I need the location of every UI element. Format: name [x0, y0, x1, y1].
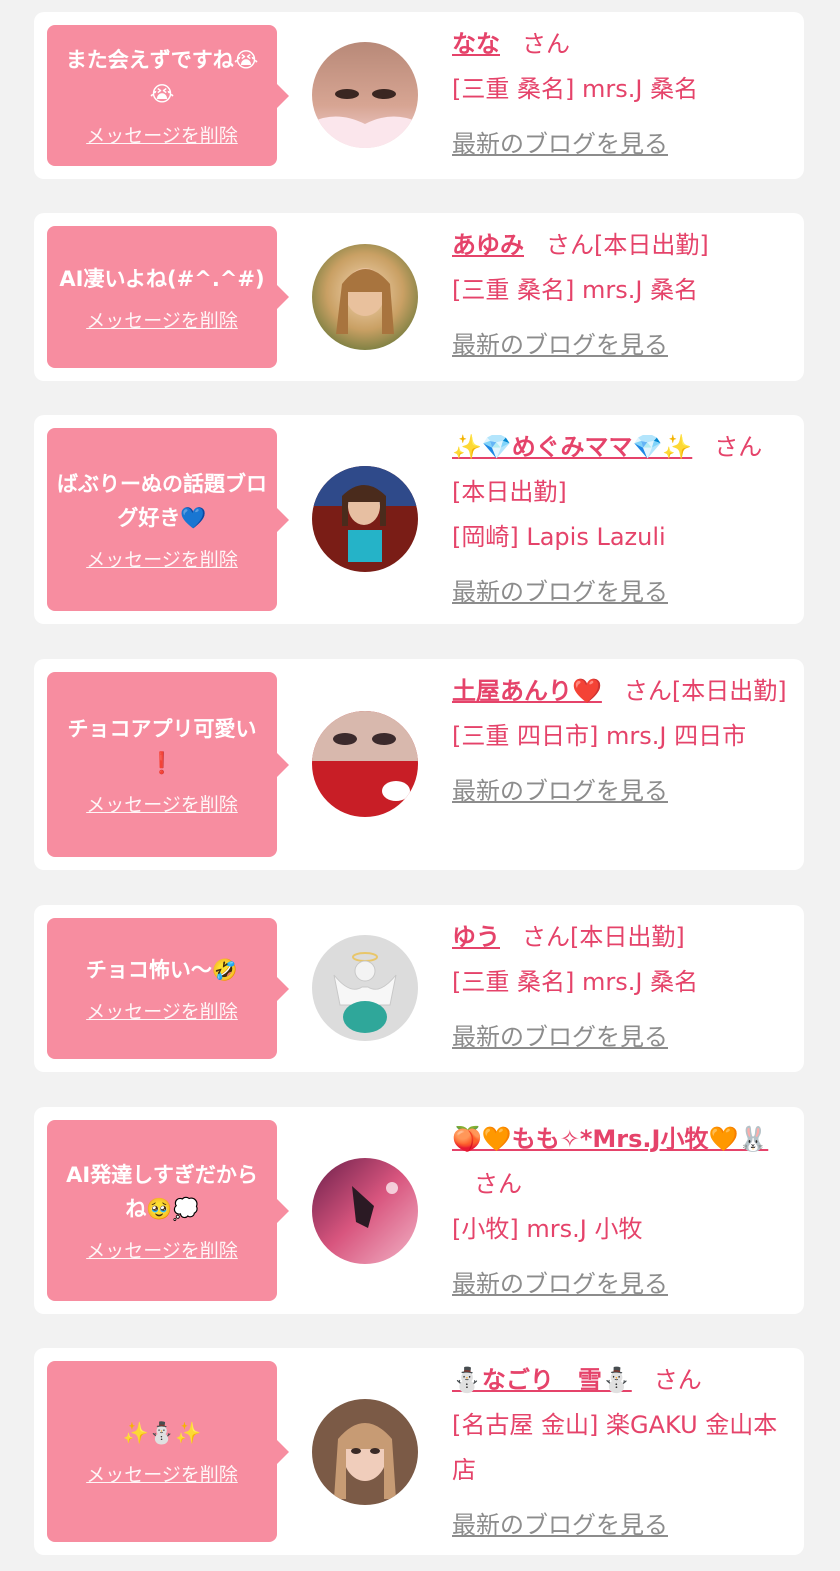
name-line: 土屋あんり❤️ さん[本日出勤]: [452, 669, 794, 714]
delete-message-link[interactable]: メッセージを削除: [86, 545, 238, 572]
profile-name-link[interactable]: 土屋あんり❤️: [452, 677, 602, 705]
latest-blog-link[interactable]: 最新のブログを見る: [452, 323, 668, 368]
message-card: チョコ怖い〜🤣 メッセージを削除 ゆう さん[本日出勤] [三重 桑名] mrs.…: [34, 905, 804, 1072]
message-card: AI凄いよね(#^.^#) メッセージを削除 あゆみ さん[本日出勤] [三重 桑…: [34, 213, 804, 381]
message-bubble: チョコアプリ可愛い❗️ メッセージを削除: [47, 672, 289, 857]
avatar[interactable]: [312, 935, 418, 1041]
avatar-photo: [312, 244, 418, 350]
shop-text: [小牧] mrs.J 小牧: [452, 1215, 643, 1243]
message-text: チョコアプリ可愛い❗️: [67, 717, 257, 775]
message-card: AI発達しすぎだからね🥹💭 メッセージを削除 🍑🧡もも✧*Mrs.J小牧🧡🐰 さん…: [34, 1107, 804, 1314]
delete-message-link[interactable]: メッセージを削除: [86, 1460, 238, 1487]
shop-text: [名古屋 金山] 楽GAKU 金山本店: [452, 1411, 778, 1484]
latest-blog-link[interactable]: 最新のブログを見る: [452, 1262, 668, 1307]
shop-text: [三重 桑名] mrs.J 桑名: [452, 75, 699, 103]
profile-info: ⛄️なごり 雪⛄️ さん [名古屋 金山] 楽GAKU 金山本店 最新のブログを見…: [452, 1358, 794, 1548]
message-text: AI発達しすぎだからね🥹💭: [66, 1163, 258, 1221]
avatar-photo: [312, 711, 418, 817]
name-line: 🍑🧡もも✧*Mrs.J小牧🧡🐰 さん: [452, 1117, 794, 1207]
message-text: ばぶりーぬの話題ブログ好き💙: [57, 472, 267, 530]
profile-name-link[interactable]: 🍑🧡もも✧*Mrs.J小牧🧡🐰: [452, 1125, 768, 1153]
latest-blog-link[interactable]: 最新のブログを見る: [452, 1015, 668, 1060]
name-line: ⛄️なごり 雪⛄️ さん: [452, 1358, 794, 1403]
profile-info: 土屋あんり❤️ さん[本日出勤] [三重 四日市] mrs.J 四日市 最新のブロ…: [452, 669, 794, 814]
profile-name-link[interactable]: なな: [452, 30, 500, 58]
avatar[interactable]: [312, 1399, 418, 1505]
delete-message-link[interactable]: メッセージを削除: [86, 121, 238, 148]
message-text: また会えずですね😭😭: [65, 48, 259, 106]
profile-name-link[interactable]: あゆみ: [452, 231, 524, 259]
message-bubble: ばぶりーぬの話題ブログ好き💙 メッセージを削除: [47, 428, 289, 611]
message-bubble: AI凄いよね(#^.^#) メッセージを削除: [47, 226, 289, 368]
profile-name-link[interactable]: ✨💎めぐみママ💎✨: [452, 433, 692, 461]
status-text: [本日出勤]: [594, 231, 709, 259]
name-line: あゆみ さん[本日出勤]: [452, 223, 794, 268]
name-line: ゆう さん[本日出勤]: [452, 915, 794, 960]
shop-text: [三重 桑名] mrs.J 桑名: [452, 968, 699, 996]
status-text: [本日出勤]: [452, 478, 567, 506]
latest-blog-link[interactable]: 最新のブログを見る: [452, 769, 668, 814]
honorific: さん: [522, 30, 570, 58]
honorific: さん: [474, 1170, 522, 1198]
delete-message-link[interactable]: メッセージを削除: [86, 997, 238, 1024]
message-text: AI凄いよね(#^.^#): [59, 266, 265, 291]
honorific: さん: [522, 923, 570, 951]
latest-blog-link[interactable]: 最新のブログを見る: [452, 1503, 668, 1548]
honorific: さん: [714, 433, 763, 461]
profile-info: ゆう さん[本日出勤] [三重 桑名] mrs.J 桑名 最新のブログを見る: [452, 915, 794, 1060]
avatar[interactable]: [312, 711, 418, 817]
avatar-photo: [312, 466, 418, 572]
delete-message-link[interactable]: メッセージを削除: [86, 790, 238, 817]
avatar-photo: [312, 1158, 418, 1264]
message-bubble: AI発達しすぎだからね🥹💭 メッセージを削除: [47, 1120, 289, 1301]
message-bubble: ✨⛄️✨ メッセージを削除: [47, 1361, 289, 1542]
message-card: ✨⛄️✨ メッセージを削除 ⛄️なごり 雪⛄️ さん [名古屋 金山] 楽GAKU…: [34, 1348, 804, 1555]
avatar-photo: [312, 1399, 418, 1505]
message-text: チョコ怖い〜🤣: [85, 958, 239, 982]
profile-info: なな さん [三重 桑名] mrs.J 桑名 最新のブログを見る: [452, 22, 794, 167]
message-card: ばぶりーぬの話題ブログ好き💙 メッセージを削除 ✨💎めぐみママ💎✨ さん [本日出勤…: [34, 415, 804, 624]
profile-info: 🍑🧡もも✧*Mrs.J小牧🧡🐰 さん [小牧] mrs.J 小牧 最新のブログを見…: [452, 1117, 794, 1307]
honorific: さん: [653, 1366, 702, 1394]
message-text: ✨⛄️✨: [122, 1421, 202, 1445]
avatar-photo: [312, 935, 418, 1041]
profile-info: ✨💎めぐみママ💎✨ さん [本日出勤] [岡崎] Lapis Lazuli 最新のブ…: [452, 425, 794, 615]
honorific: さん: [623, 677, 672, 705]
avatar[interactable]: [312, 244, 418, 350]
name-line: ✨💎めぐみママ💎✨ さん [本日出勤]: [452, 425, 794, 515]
message-card: チョコアプリ可愛い❗️ メッセージを削除 土屋あんり❤️ さん[本日出勤] [三重…: [34, 659, 804, 870]
avatar[interactable]: [312, 1158, 418, 1264]
shop-text: [三重 桑名] mrs.J 桑名: [452, 276, 699, 304]
avatar[interactable]: [312, 466, 418, 572]
profile-info: あゆみ さん[本日出勤] [三重 桑名] mrs.J 桑名 最新のブログを見る: [452, 223, 794, 368]
profile-name-link[interactable]: ゆう: [452, 923, 500, 951]
profile-name-link[interactable]: ⛄️なごり 雪⛄️: [452, 1366, 632, 1394]
message-bubble: チョコ怖い〜🤣 メッセージを削除: [47, 918, 289, 1059]
avatar[interactable]: [312, 42, 418, 148]
delete-message-link[interactable]: メッセージを削除: [86, 1236, 238, 1263]
message-bubble: また会えずですね😭😭 メッセージを削除: [47, 25, 289, 166]
latest-blog-link[interactable]: 最新のブログを見る: [452, 122, 668, 167]
name-line: なな さん: [452, 22, 794, 67]
honorific: さん: [546, 231, 594, 259]
shop-text: [三重 四日市] mrs.J 四日市: [452, 722, 747, 750]
message-card: また会えずですね😭😭 メッセージを削除 なな さん [三重 桑名] mrs.J 桑…: [34, 12, 804, 179]
status-text: [本日出勤]: [671, 677, 787, 705]
shop-text: [岡崎] Lapis Lazuli: [452, 523, 666, 551]
status-text: [本日出勤]: [570, 923, 685, 951]
avatar-photo: [312, 42, 418, 148]
delete-message-link[interactable]: メッセージを削除: [86, 306, 238, 333]
latest-blog-link[interactable]: 最新のブログを見る: [452, 570, 668, 615]
